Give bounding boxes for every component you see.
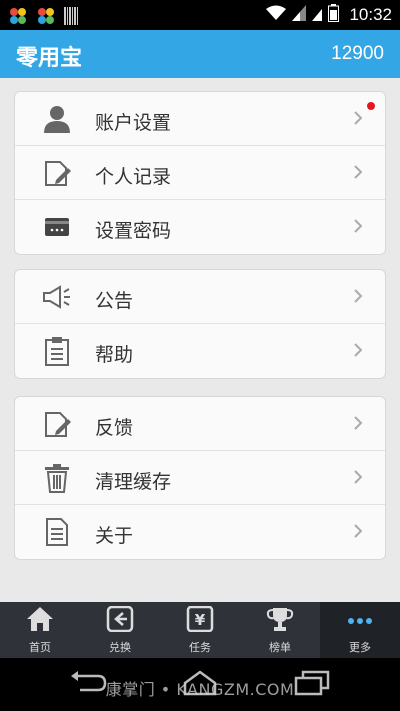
- clipboard-icon: [41, 336, 73, 366]
- person-icon: [41, 104, 73, 134]
- feedback-edit-icon: [41, 409, 73, 439]
- menu-item-about[interactable]: 关于: [15, 505, 385, 559]
- menu-item-label: 反馈: [95, 417, 134, 439]
- status-bar: 10:32: [0, 0, 400, 30]
- balance-value: 12900: [331, 43, 384, 64]
- menu-item-announcements[interactable]: 公告: [15, 270, 385, 324]
- barcode-icon: [64, 7, 78, 29]
- menu-item-set-password[interactable]: 设置密码: [15, 200, 385, 254]
- tab-label: 首页: [29, 641, 51, 654]
- menu-item-label: 关于: [95, 525, 134, 547]
- chevron-right-icon: [353, 469, 363, 489]
- chevron-right-icon: [353, 288, 363, 308]
- app-header: 零用宝 12900: [0, 30, 400, 78]
- chevron-right-icon: [353, 523, 363, 543]
- chevron-right-icon: [353, 164, 363, 184]
- chevron-right-icon: [353, 342, 363, 362]
- menu-item-label: 帮助: [95, 344, 134, 366]
- tab-leaderboard[interactable]: 榜单: [240, 602, 320, 658]
- megaphone-icon: [41, 282, 73, 312]
- trash-icon: [41, 463, 73, 493]
- menu-item-help[interactable]: 帮助: [15, 324, 385, 378]
- tab-tasks[interactable]: ¥ 任务: [160, 602, 240, 658]
- menu-item-label: 个人记录: [95, 166, 172, 188]
- status-time: 10:32: [349, 5, 392, 24]
- chevron-right-icon: [353, 218, 363, 238]
- tab-home[interactable]: 首页: [0, 602, 80, 658]
- settings-group-misc: 反馈 清理缓存 关于: [14, 396, 386, 560]
- settings-group-account: 账户设置 个人记录 设置密码: [14, 91, 386, 255]
- menu-item-clear-cache[interactable]: 清理缓存: [15, 451, 385, 505]
- password-card-icon: [41, 212, 73, 242]
- app-flower-icon: [36, 6, 56, 30]
- menu-item-label: 账户设置: [95, 112, 172, 134]
- tab-exchange[interactable]: 兑换: [80, 602, 160, 658]
- menu-item-personal-records[interactable]: 个人记录: [15, 146, 385, 200]
- menu-item-label: 公告: [95, 290, 134, 312]
- menu-item-account-settings[interactable]: 账户设置: [15, 92, 385, 146]
- menu-item-feedback[interactable]: 反馈: [15, 397, 385, 451]
- watermark: 康掌门 • KANGZM.COM: [105, 680, 295, 699]
- menu-item-label: 清理缓存: [95, 471, 172, 493]
- bottom-tab-bar: 首页 兑换 ¥ 任务 榜单 更多: [0, 602, 400, 658]
- sim-icon: [312, 5, 323, 25]
- trophy-icon: [266, 606, 294, 636]
- chevron-right-icon: [353, 415, 363, 435]
- exchange-icon: [106, 605, 134, 636]
- signal-icon: [292, 5, 307, 25]
- svg-text:¥: ¥: [195, 611, 206, 629]
- menu-item-label: 设置密码: [95, 220, 172, 242]
- chevron-right-icon: [353, 110, 363, 130]
- notification-badge: [367, 102, 375, 110]
- tab-label: 兑换: [109, 641, 131, 654]
- battery-icon: [328, 4, 340, 26]
- settings-group-info: 公告 帮助: [14, 269, 386, 379]
- yen-task-icon: ¥: [186, 605, 214, 636]
- app-title: 零用宝: [16, 46, 83, 71]
- app-flower-icon: [8, 6, 28, 30]
- wifi-icon: [266, 5, 287, 25]
- home-icon: [26, 606, 54, 636]
- document-icon: [41, 517, 73, 547]
- more-dots-icon: [346, 606, 374, 636]
- tab-label: 更多: [349, 641, 371, 654]
- edit-document-icon: [41, 158, 73, 188]
- tab-label: 榜单: [269, 641, 291, 654]
- tab-more[interactable]: 更多: [320, 602, 400, 658]
- tab-label: 任务: [189, 641, 211, 654]
